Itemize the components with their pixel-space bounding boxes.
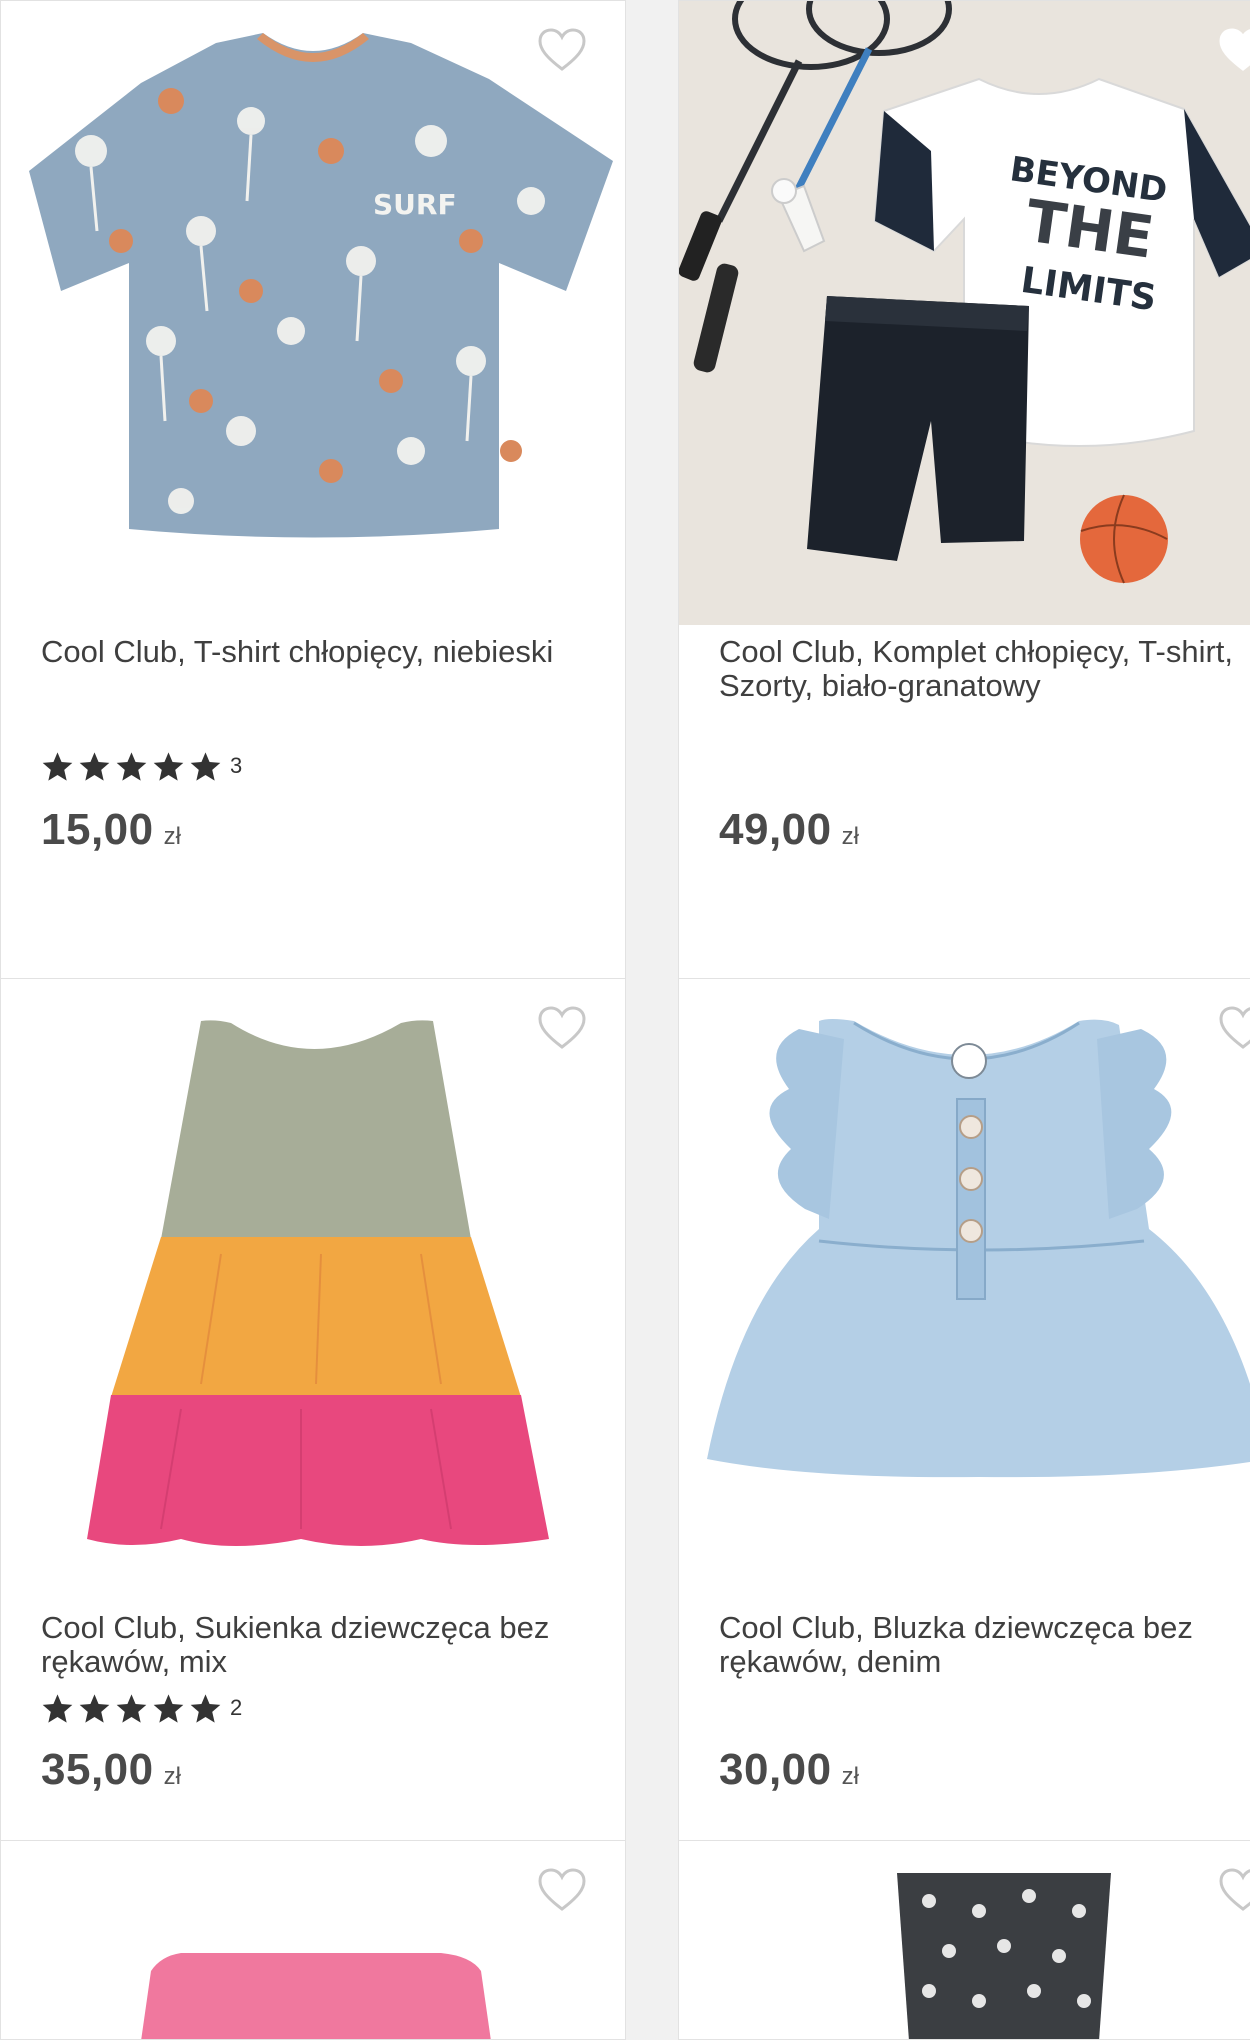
product-image[interactable] (1, 979, 625, 1599)
product-image[interactable]: SURF (1, 1, 625, 621)
heart-outline-icon[interactable] (1217, 1003, 1250, 1055)
price-value: 15,00 (41, 805, 154, 854)
star-filled-icon (41, 751, 74, 782)
product-image[interactable] (679, 1841, 1250, 2039)
heart-outline-icon[interactable] (1217, 25, 1250, 77)
star-filled-icon (189, 1693, 222, 1724)
product-card[interactable]: SURF Cool Club, T-shirt chłopięcy, niebi… (0, 0, 626, 980)
price-value: 35,00 (41, 1745, 154, 1794)
product-card[interactable]: BEYOND THE LIMITS Cool Club, Komplet chł… (678, 0, 1250, 980)
price-currency: zł (841, 823, 859, 850)
product-card[interactable]: Cool Club, Sukienka dziewczęca bez rękaw… (0, 978, 626, 1842)
product-card[interactable] (0, 1840, 626, 2040)
product-price: 30,00 zł (719, 1745, 859, 1795)
star-filled-icon (152, 1693, 185, 1724)
star-filled-icon (41, 1693, 74, 1724)
star-filled-icon (152, 751, 185, 782)
product-price: 15,00 zł (41, 805, 181, 855)
product-image[interactable]: BEYOND THE LIMITS (679, 1, 1250, 625)
product-card[interactable] (678, 1840, 1250, 2040)
product-price: 49,00 zł (719, 805, 859, 855)
price-value: 49,00 (719, 805, 832, 854)
product-price: 35,00 zł (41, 1745, 181, 1795)
rating-count: 3 (230, 753, 243, 778)
star-filled-icon (115, 1693, 148, 1724)
product-rating: 2 (41, 1693, 242, 1723)
price-currency: zł (841, 1763, 859, 1790)
heart-outline-icon[interactable] (536, 25, 588, 77)
rating-count: 2 (230, 1695, 243, 1720)
product-title[interactable]: Cool Club, Komplet chłopięcy, T-shirt, S… (719, 635, 1250, 703)
price-value: 30,00 (719, 1745, 832, 1794)
heart-outline-icon[interactable] (1217, 1865, 1250, 1917)
star-filled-icon (115, 751, 148, 782)
heart-outline-icon[interactable] (536, 1003, 588, 1055)
product-card[interactable]: Cool Club, Bluzka dziewczęca bez rękawów… (678, 978, 1250, 1842)
heart-outline-icon[interactable] (536, 1865, 588, 1917)
product-title[interactable]: Cool Club, T-shirt chłopięcy, niebieski (41, 635, 601, 669)
price-currency: zł (163, 1763, 181, 1790)
price-currency: zł (163, 823, 181, 850)
product-title[interactable]: Cool Club, Sukienka dziewczęca bez rękaw… (41, 1611, 601, 1679)
star-filled-icon (189, 751, 222, 782)
product-image[interactable] (1, 1841, 625, 2039)
product-image[interactable] (679, 979, 1250, 1599)
product-rating: 3 (41, 751, 242, 781)
shirt-print-text: SURF (373, 188, 457, 221)
product-title[interactable]: Cool Club, Bluzka dziewczęca bez rękawów… (719, 1611, 1250, 1679)
star-filled-icon (78, 1693, 111, 1724)
star-filled-icon (78, 751, 111, 782)
